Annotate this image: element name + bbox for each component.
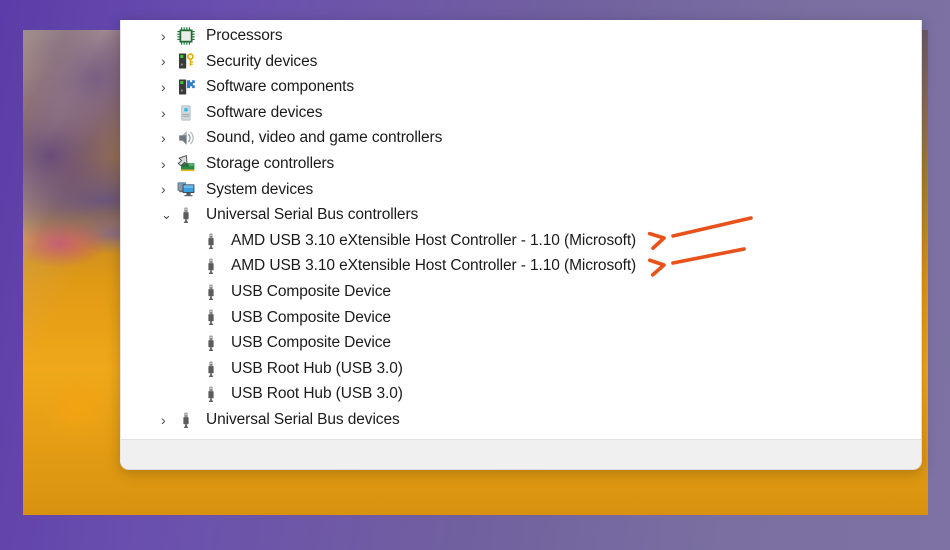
tree-row-label: Sound, video and game controllers xyxy=(206,129,443,147)
tree-row-label: USB Root Hub (USB 3.0) xyxy=(231,385,403,403)
tree-row[interactable]: › Security devices xyxy=(121,49,921,75)
tree-row[interactable]: USB Composite Device xyxy=(121,330,921,356)
usb-icon xyxy=(201,231,221,251)
tree-row-label: Processors xyxy=(206,27,283,45)
tree-row[interactable]: › Storage controllers xyxy=(121,151,921,177)
tree-row-label: Security devices xyxy=(206,52,318,70)
security-device-icon xyxy=(176,51,196,71)
device-manager-window: › Processors › Security devices › Softwa… xyxy=(120,20,922,470)
software-component-icon xyxy=(176,77,196,97)
tree-row-label: USB Composite Device xyxy=(231,282,391,300)
status-bar xyxy=(121,439,921,469)
chevron-right-icon[interactable]: › xyxy=(158,182,176,196)
tree-row[interactable]: › System devices xyxy=(121,177,921,203)
usb-icon xyxy=(201,307,221,327)
tree-row-label: USB Composite Device xyxy=(231,334,391,352)
tree-row[interactable]: USB Composite Device xyxy=(121,279,921,305)
tree-row-label: Software devices xyxy=(206,103,323,121)
chevron-right-icon[interactable]: › xyxy=(158,413,176,427)
usb-icon xyxy=(201,333,221,353)
tree-row[interactable]: › Software components xyxy=(121,74,921,100)
monitor-icon xyxy=(176,179,196,199)
tree-row[interactable]: › Sound, video and game controllers xyxy=(121,125,921,151)
tree-row[interactable]: › Universal Serial Bus devices xyxy=(121,407,921,433)
tree-row[interactable]: › Software devices xyxy=(121,100,921,126)
speaker-icon xyxy=(176,128,196,148)
usb-icon xyxy=(176,410,196,430)
chevron-right-icon[interactable]: › xyxy=(158,106,176,120)
desktop: › Processors › Security devices › Softwa… xyxy=(0,0,950,550)
tree-row[interactable]: USB Composite Device xyxy=(121,305,921,331)
tree-row[interactable]: ⌄ Universal Serial Bus controllers xyxy=(121,202,921,228)
usb-icon xyxy=(201,256,221,276)
tree-row-label: Universal Serial Bus devices xyxy=(206,410,400,428)
storage-controller-icon xyxy=(176,154,196,174)
chevron-right-icon[interactable]: › xyxy=(158,157,176,171)
tree-row-label: Universal Serial Bus controllers xyxy=(206,206,419,224)
tree-row-label: Software components xyxy=(206,78,355,96)
chevron-right-icon[interactable]: › xyxy=(158,54,176,68)
processor-icon xyxy=(176,26,196,46)
tree-row[interactable]: AMD USB 3.10 eXtensible Host Controller … xyxy=(121,253,921,279)
tree-row[interactable]: USB Root Hub (USB 3.0) xyxy=(121,356,921,382)
chevron-right-icon[interactable]: › xyxy=(158,131,176,145)
chevron-down-icon[interactable]: ⌄ xyxy=(158,208,176,221)
tree-row[interactable]: AMD USB 3.10 eXtensible Host Controller … xyxy=(121,228,921,254)
chevron-right-icon[interactable]: › xyxy=(158,80,176,94)
device-tree[interactable]: › Processors › Security devices › Softwa… xyxy=(121,20,921,440)
chevron-right-icon[interactable]: › xyxy=(158,29,176,43)
usb-icon xyxy=(201,384,221,404)
usb-icon xyxy=(201,282,221,302)
tree-row-label: AMD USB 3.10 eXtensible Host Controller … xyxy=(231,231,637,249)
tree-row-label: System devices xyxy=(206,180,314,198)
tree-row[interactable]: › Processors xyxy=(121,23,921,49)
usb-icon xyxy=(176,205,196,225)
usb-icon xyxy=(201,359,221,379)
tree-row[interactable]: USB Root Hub (USB 3.0) xyxy=(121,381,921,407)
tree-row-label: USB Composite Device xyxy=(231,308,391,326)
tree-row-label: Storage controllers xyxy=(206,155,335,173)
tree-row-label: AMD USB 3.10 eXtensible Host Controller … xyxy=(231,257,637,275)
software-device-icon xyxy=(176,103,196,123)
tree-row-label: USB Root Hub (USB 3.0) xyxy=(231,359,403,377)
